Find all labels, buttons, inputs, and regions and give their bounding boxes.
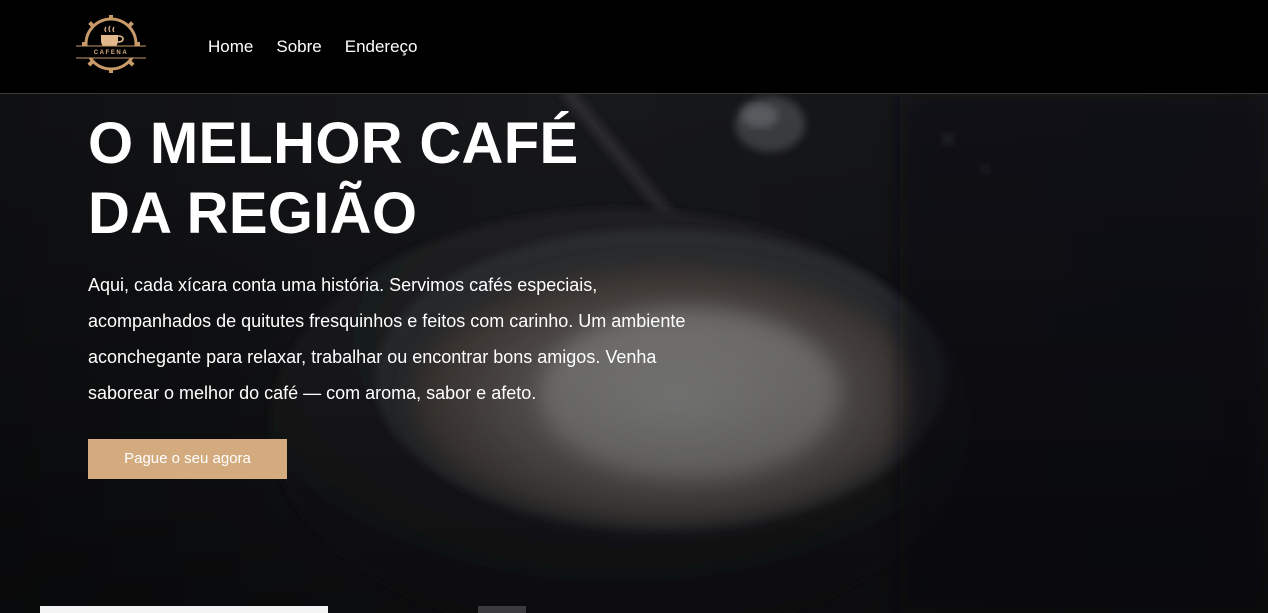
main-nav: Home Sobre Endereço: [208, 37, 418, 57]
nav-home-link[interactable]: Home: [208, 37, 253, 57]
site-header: CAFENA Home Sobre Endereço: [0, 0, 1268, 94]
hero-content: O MELHOR CAFÉ DA REGIÃO Aqui, cada xícar…: [88, 109, 708, 479]
page: CAFENA Home Sobre Endereço O MELHOR CAFÉ…: [0, 0, 1268, 613]
hero-section: O MELHOR CAFÉ DA REGIÃO Aqui, cada xícar…: [0, 94, 1268, 613]
logo-text: CAFENA: [93, 50, 129, 56]
hero-description: Aqui, cada xícara conta uma história. Se…: [88, 275, 686, 403]
nav-sobre-link[interactable]: Sobre: [276, 37, 321, 57]
hero-title-line1: O MELHOR CAFÉ: [88, 111, 579, 176]
cafena-logo[interactable]: CAFENA: [72, 13, 150, 75]
logo-gear-icon: [76, 15, 146, 73]
next-section-card: [40, 606, 328, 613]
nav-endereco-link[interactable]: Endereço: [345, 37, 418, 57]
hero-title: O MELHOR CAFÉ DA REGIÃO: [88, 109, 708, 249]
hero-title-line2: DA REGIÃO: [88, 181, 418, 246]
next-section-block: [478, 606, 526, 613]
pay-now-button[interactable]: Pague o seu agora: [88, 439, 287, 479]
